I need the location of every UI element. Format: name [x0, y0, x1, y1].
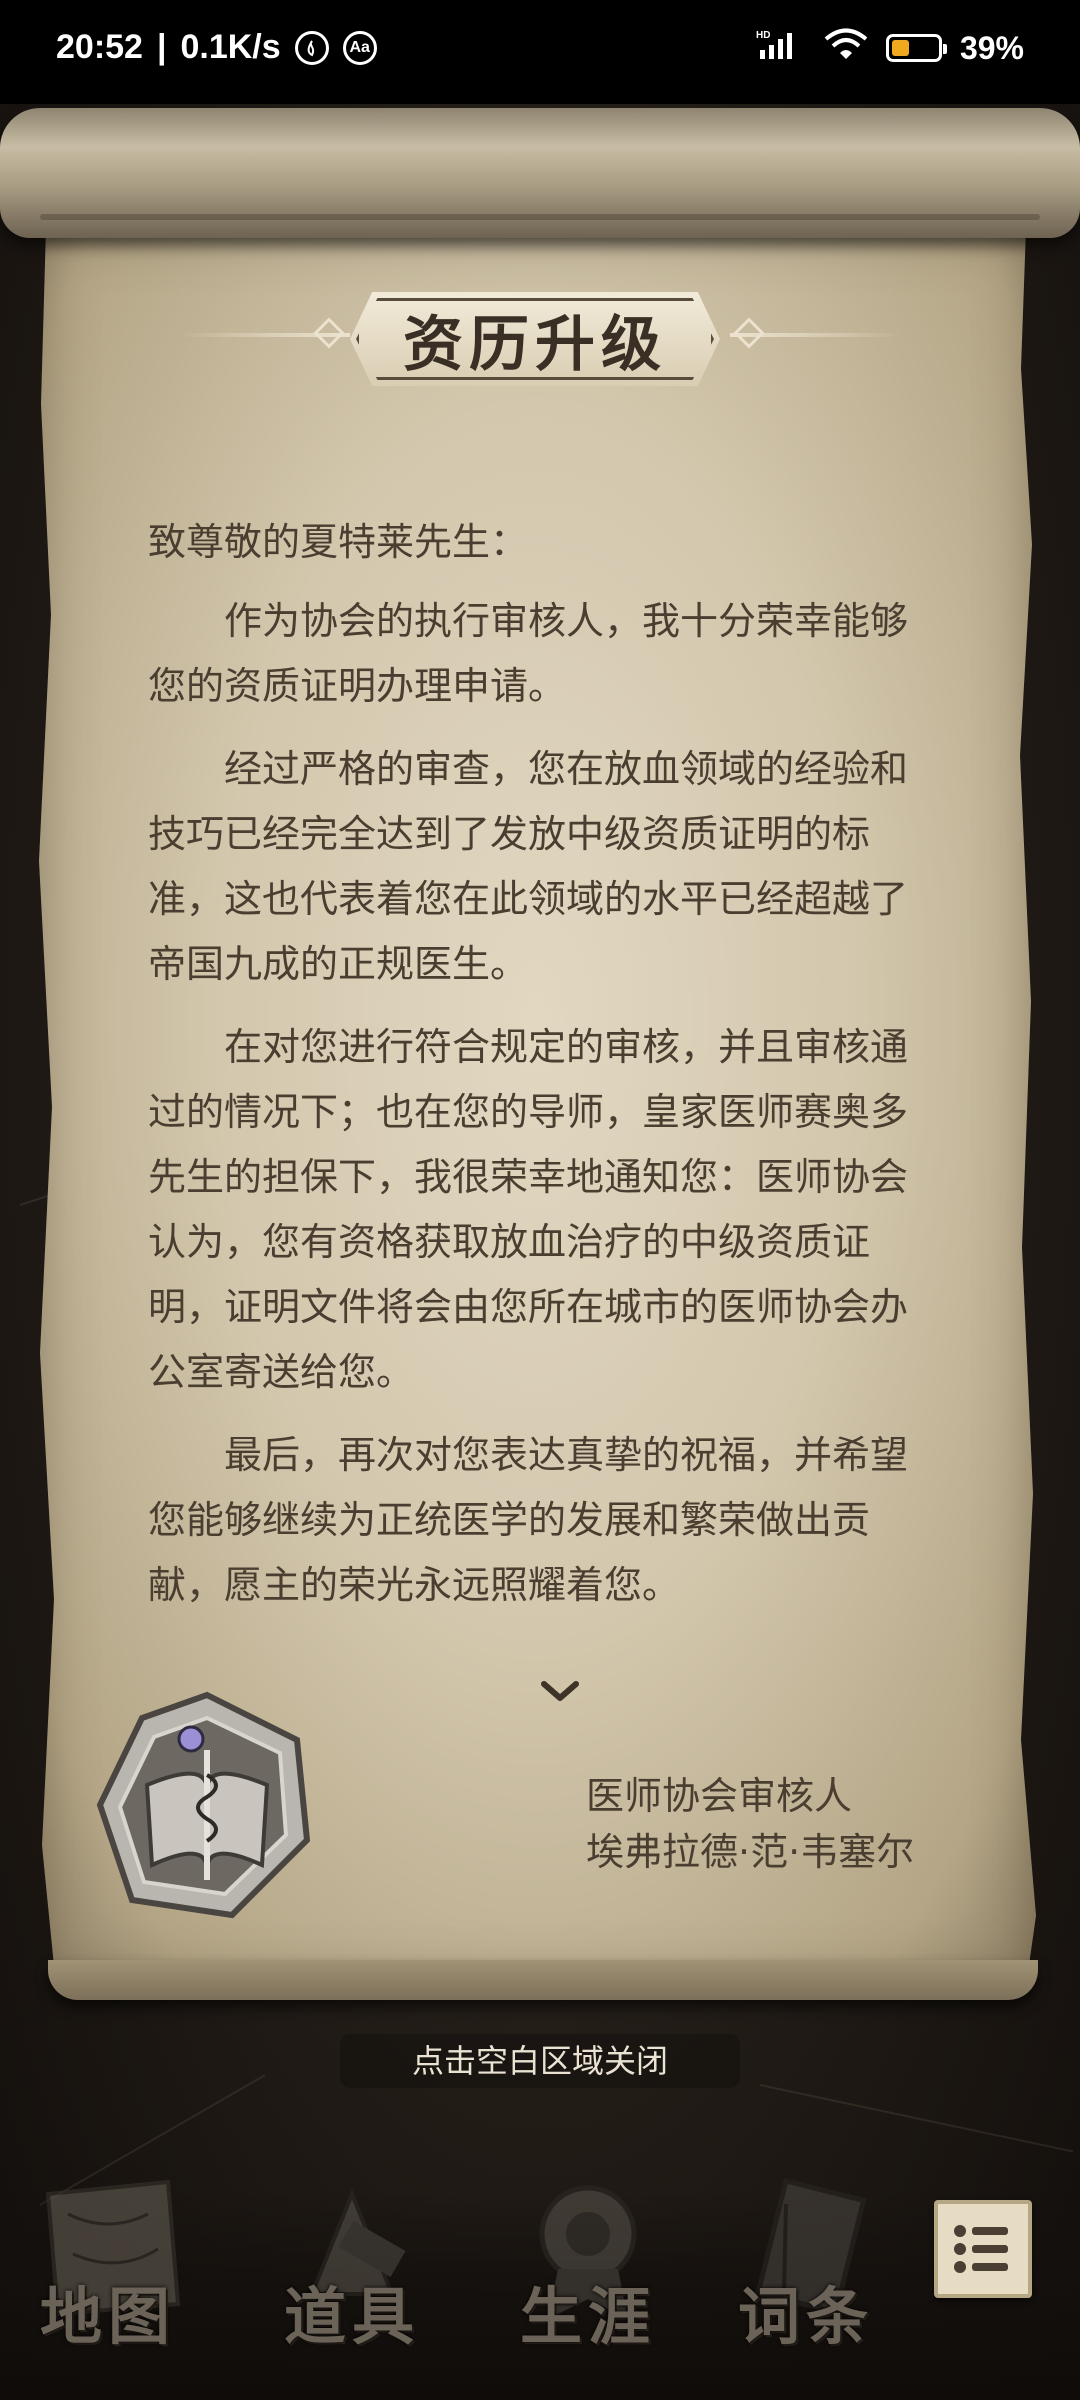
letter-greeting: 致尊敬的夏特莱先生： — [148, 520, 529, 564]
wifi-icon — [824, 28, 868, 68]
scroll-bottom-edge — [48, 1960, 1038, 2000]
nav-items[interactable]: 道具 — [252, 2160, 452, 2380]
title-banner: 资历升级 — [350, 292, 720, 386]
letter-paragraph: 作为协会的执行审核人，我十分荣幸能够您的资质证明办理申请。 — [148, 599, 909, 708]
menu-button[interactable] — [934, 2200, 1032, 2298]
letter-signature: 医师协会审核人 埃弗拉德·范·韦塞尔 — [586, 1768, 914, 1880]
flame-icon — [294, 30, 329, 65]
nav-map[interactable]: 地图 — [8, 2160, 208, 2380]
aa-icon: Aa — [342, 30, 377, 65]
letter-body: 致尊敬的夏特莱先生： 作为协会的执行审核人，我十分荣幸能够您的资质证明办理申请。… — [148, 510, 918, 1636]
nav-label-career: 生涯 — [519, 2280, 656, 2353]
letter-paragraph: 最后，再次对您表达真挚的祝福，并希望您能够继续为正统医学的发展和繁荣做出贡献，愿… — [148, 1433, 909, 1607]
scroll-top-roll — [0, 108, 1080, 238]
nav-glossary[interactable]: 词条 — [706, 2160, 906, 2380]
nav-career[interactable]: 生涯 — [488, 2160, 688, 2380]
signature-name: 埃弗拉德·范·韦塞尔 — [586, 1830, 915, 1874]
list-menu-icon — [954, 2225, 1008, 2273]
battery-fill — [891, 40, 910, 56]
dialog-title: 资历升级 — [403, 309, 667, 380]
status-left: 20:52 | 0.1K/s Aa — [56, 28, 377, 67]
nav-label-items: 道具 — [283, 2280, 420, 2353]
letter-paragraph: 经过严格的审查，您在放血领域的经验和技巧已经完全达到了发放中级资质证明的标准，这… — [148, 747, 909, 986]
network-speed: 0.1K/s — [180, 28, 281, 66]
separator: | — [156, 28, 167, 66]
close-hint[interactable]: 点击空白区域关闭 — [340, 2034, 740, 2088]
nav-label-glossary: 词条 — [737, 2280, 874, 2353]
signal-icon: HD — [756, 28, 806, 68]
battery-icon — [885, 34, 947, 62]
battery-percent: 39% — [959, 29, 1024, 66]
clock: 20:52 — [56, 28, 143, 66]
letter-paragraph: 在对您进行符合规定的审核，并且审核通过的情况下；也在您的导师，皇家医师赛奥多先生… — [148, 1025, 909, 1394]
nav-label-map: 地图 — [39, 2280, 176, 2353]
map-line-decoration — [759, 2084, 1074, 2153]
physician-association-seal-icon — [96, 1691, 311, 1919]
chevron-down-icon[interactable] — [540, 1676, 580, 1706]
signature-title: 医师协会审核人 — [586, 1774, 853, 1818]
hd-label: HD — [756, 30, 770, 41]
status-right: HD 39% — [756, 28, 1024, 68]
status-bar: 20:52 | 0.1K/s Aa HD 39% — [0, 0, 1080, 104]
